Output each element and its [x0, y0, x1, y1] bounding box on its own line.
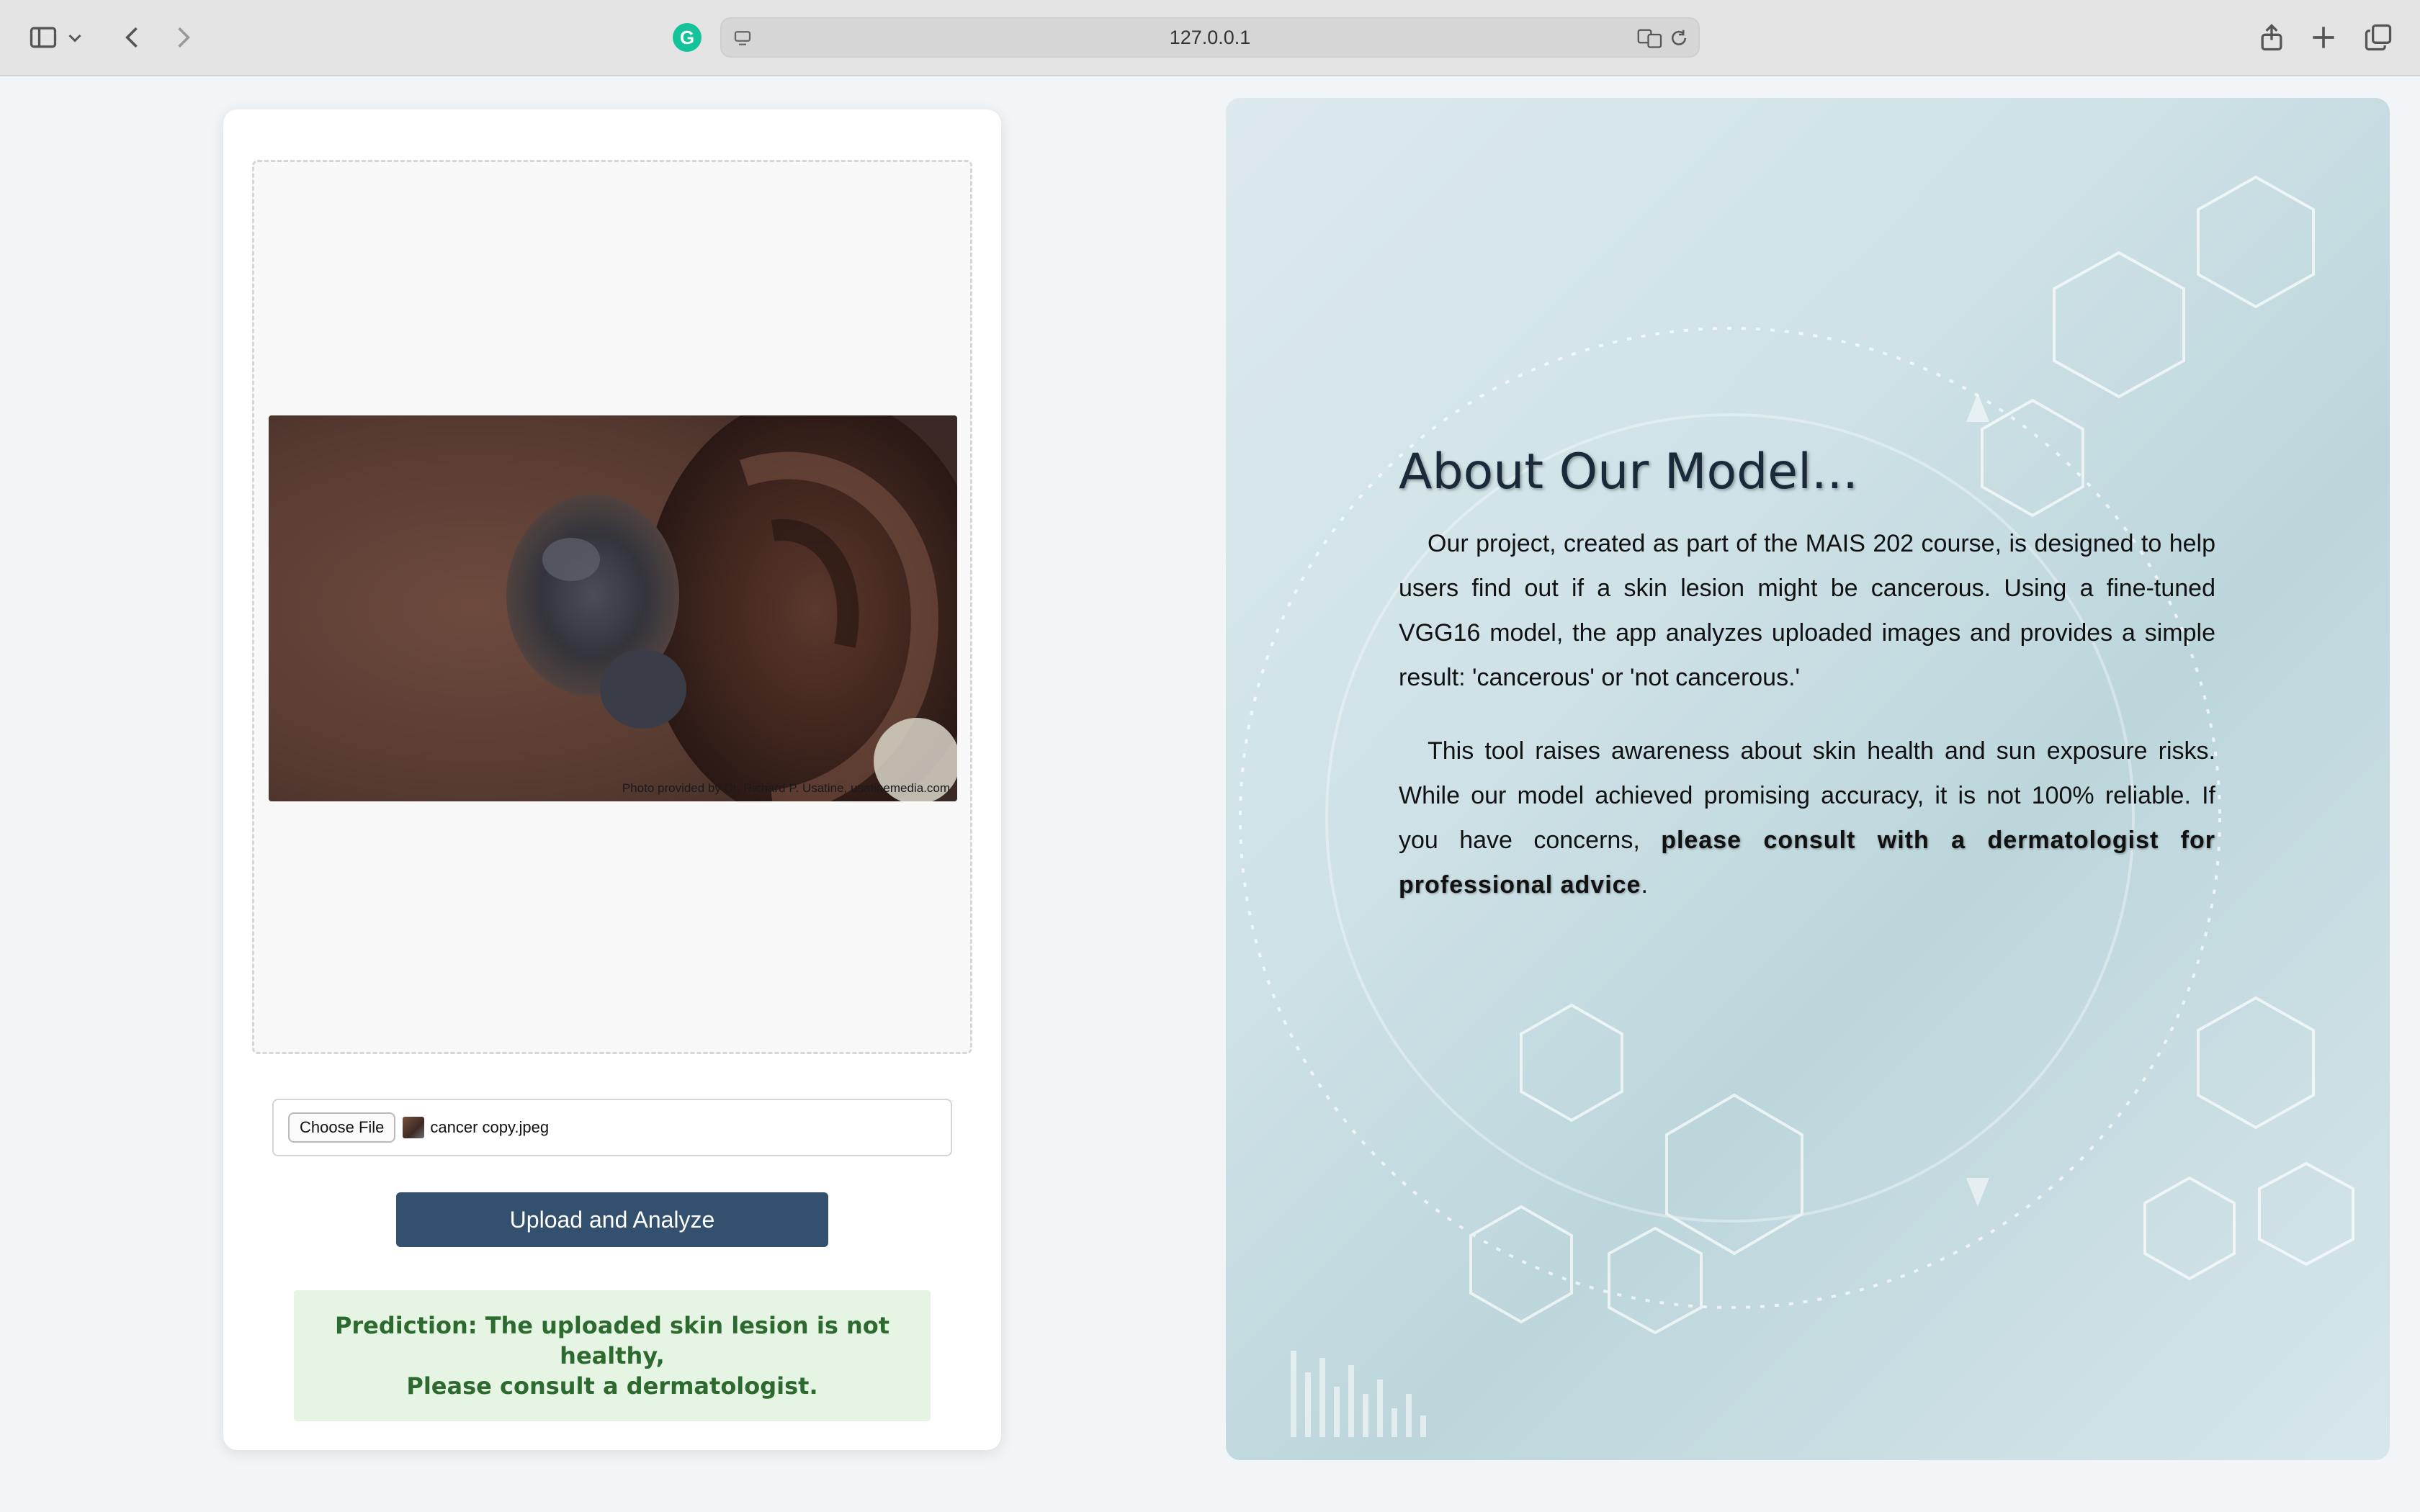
- file-thumbnail: [403, 1117, 425, 1138]
- back-icon[interactable]: [111, 16, 154, 59]
- tab-overview-icon[interactable]: [2357, 16, 2400, 59]
- chevron-down-icon[interactable]: [62, 16, 88, 59]
- lesion-preview-image: Photo provided by Dr. Richard P. Usatine…: [269, 415, 957, 801]
- selected-file-name: cancer copy.jpeg: [430, 1118, 550, 1136]
- prediction-result: Prediction: The uploaded skin lesion is …: [294, 1290, 931, 1421]
- new-tab-icon[interactable]: [2302, 16, 2345, 59]
- grammarly-icon[interactable]: G: [673, 23, 702, 52]
- address-bar[interactable]: 127.0.0.1: [720, 17, 1700, 58]
- upload-analyze-button[interactable]: Upload and Analyze: [396, 1192, 828, 1247]
- prediction-line-2: Please consult a dermatologist.: [406, 1372, 818, 1400]
- image-credit: Photo provided by Dr. Richard P. Usatine…: [622, 781, 950, 795]
- translate-icon[interactable]: [1636, 27, 1664, 49]
- about-title: About Our Model...: [1399, 444, 1858, 500]
- prediction-line-1: Prediction: The uploaded skin lesion is …: [334, 1312, 890, 1369]
- upload-card: Photo provided by Dr. Richard P. Usatine…: [223, 109, 1001, 1450]
- browser-toolbar: G 127.0.0.1: [0, 0, 2420, 76]
- about-panel: About Our Model... Our project, created …: [1226, 98, 2390, 1460]
- about-paragraph-2: This tool raises awareness about skin he…: [1399, 729, 2215, 907]
- about-paragraph-1: Our project, created as part of the MAIS…: [1399, 530, 2215, 691]
- share-icon[interactable]: [2250, 16, 2293, 59]
- about-paragraph-2-end: .: [1641, 871, 1648, 899]
- url-text: 127.0.0.1: [1169, 26, 1251, 48]
- sidebar-toggle-icon[interactable]: [22, 16, 65, 59]
- image-preview-area[interactable]: Photo provided by Dr. Richard P. Usatine…: [252, 160, 972, 1054]
- forward-icon[interactable]: [161, 16, 205, 59]
- choose-file-button[interactable]: Choose File: [288, 1112, 396, 1143]
- reload-icon[interactable]: [1668, 27, 1690, 49]
- file-input[interactable]: Choose File cancer copy.jpeg: [272, 1099, 952, 1156]
